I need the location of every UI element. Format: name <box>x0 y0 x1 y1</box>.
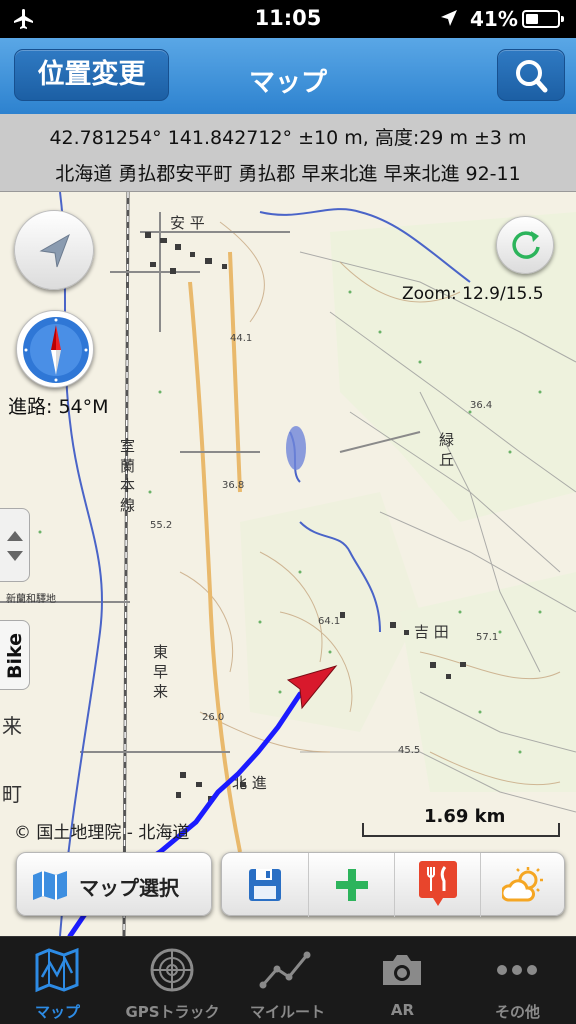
tab-map-label: マップ <box>34 1003 80 1021</box>
tab-bar: マップ GPSトラック マイルート AR その他 <box>0 936 576 1024</box>
battery-fill <box>526 14 538 24</box>
address-readout: 北海道 勇払郡安平町 勇払郡 早来北進 早来北進 92-11 <box>55 163 521 185</box>
restaurant-button[interactable] <box>394 853 480 917</box>
panel-toggle-tab[interactable] <box>0 508 30 582</box>
route-icon <box>259 951 311 989</box>
map-label-rai: 来 <box>2 714 22 738</box>
tab-my-route-label: マイルート <box>249 1003 325 1021</box>
map-view[interactable]: 安 平 室 蘭 本 線 東 早 来 北 進 緑 丘 吉 田 来 町 新蘭和驛地 … <box>0 192 576 936</box>
search-button[interactable] <box>497 49 565 101</box>
map-select-button[interactable]: マップ選択 <box>16 852 212 916</box>
map-layers-icon <box>33 871 67 900</box>
weather-icon <box>502 867 543 902</box>
more-icon <box>497 965 537 975</box>
map-elev-45: 45.5 <box>398 745 420 756</box>
battery-icon <box>522 10 564 28</box>
scale-bar <box>362 823 560 837</box>
add-icon <box>336 869 368 901</box>
tab-more-label: その他 <box>494 1003 540 1021</box>
map-elev-64: 64.1 <box>318 616 340 627</box>
map-label-aza-hei: 安 平 <box>170 214 205 232</box>
radar-icon <box>150 948 194 992</box>
save-button[interactable] <box>222 853 308 917</box>
locate-me-button[interactable] <box>14 210 94 290</box>
camera-icon <box>383 955 421 985</box>
page-title: マップ <box>248 68 327 98</box>
search-icon <box>516 60 548 93</box>
bike-mode-tab[interactable]: Bike <box>0 620 30 690</box>
refresh-button[interactable] <box>496 216 554 274</box>
tab-gps-track[interactable]: GPSトラック <box>115 937 230 1024</box>
map-elev-26: 26.0 <box>202 712 224 723</box>
tab-more[interactable]: その他 <box>460 937 575 1024</box>
tab-my-route[interactable]: マイルート <box>230 937 345 1024</box>
tab-map[interactable]: マップ <box>0 937 115 1024</box>
location-services-icon <box>441 10 457 26</box>
status-bar: 11:05 41% <box>0 0 576 38</box>
save-icon <box>249 869 281 901</box>
map-elev-44: 44.1 <box>230 333 252 344</box>
map-elev-57: 57.1 <box>476 632 498 643</box>
refresh-icon <box>512 231 540 259</box>
coordinates-readout: 42.781254° 141.842712° ±10 m, 高度:29 m ±3… <box>49 127 527 149</box>
navigation-bar: 位置変更 マップ <box>0 38 576 114</box>
map-icon <box>35 947 79 993</box>
tab-gps-track-label: GPSトラック <box>125 1003 220 1021</box>
tab-ar[interactable]: AR <box>345 937 460 1024</box>
map-select-label: マップ選択 <box>79 876 179 900</box>
map-copyright: © 国土地理院 - 北海道 <box>14 823 190 843</box>
bike-mode-label: Bike <box>4 633 26 680</box>
weather-button[interactable] <box>480 853 566 917</box>
map-label-midorioka: 緑 丘 <box>437 432 455 467</box>
tab-ar-label: AR <box>390 1001 415 1019</box>
compass-button[interactable] <box>16 310 94 388</box>
location-info-banner: 42.781254° 141.842712° ±10 m, 高度:29 m ±3… <box>0 114 576 192</box>
restaurant-icon <box>419 861 457 906</box>
map-elev-55: 55.2 <box>150 520 172 531</box>
map-tools-bar <box>221 852 566 917</box>
map-label-machi: 町 <box>2 782 22 806</box>
map-label-rail-line: 室 蘭 本 線 <box>118 438 136 513</box>
location-arrow-icon <box>39 233 70 268</box>
map-elev-36a: 36.4 <box>470 400 492 411</box>
map-label-yoshida: 吉 田 <box>414 623 449 641</box>
heading-readout: 進路: 54°M <box>8 396 109 418</box>
map-label-station: 新蘭和驛地 <box>6 592 56 605</box>
map-label-higashi-hayakita: 東 早 来 <box>151 644 169 699</box>
battery-percentage: 41% <box>470 7 518 31</box>
compass-icon <box>23 317 89 383</box>
map-elev-36b: 36.8 <box>222 480 244 491</box>
up-down-arrows-icon <box>7 531 23 561</box>
zoom-level: Zoom: 12.9/15.5 <box>402 284 544 304</box>
add-button[interactable] <box>308 853 394 917</box>
